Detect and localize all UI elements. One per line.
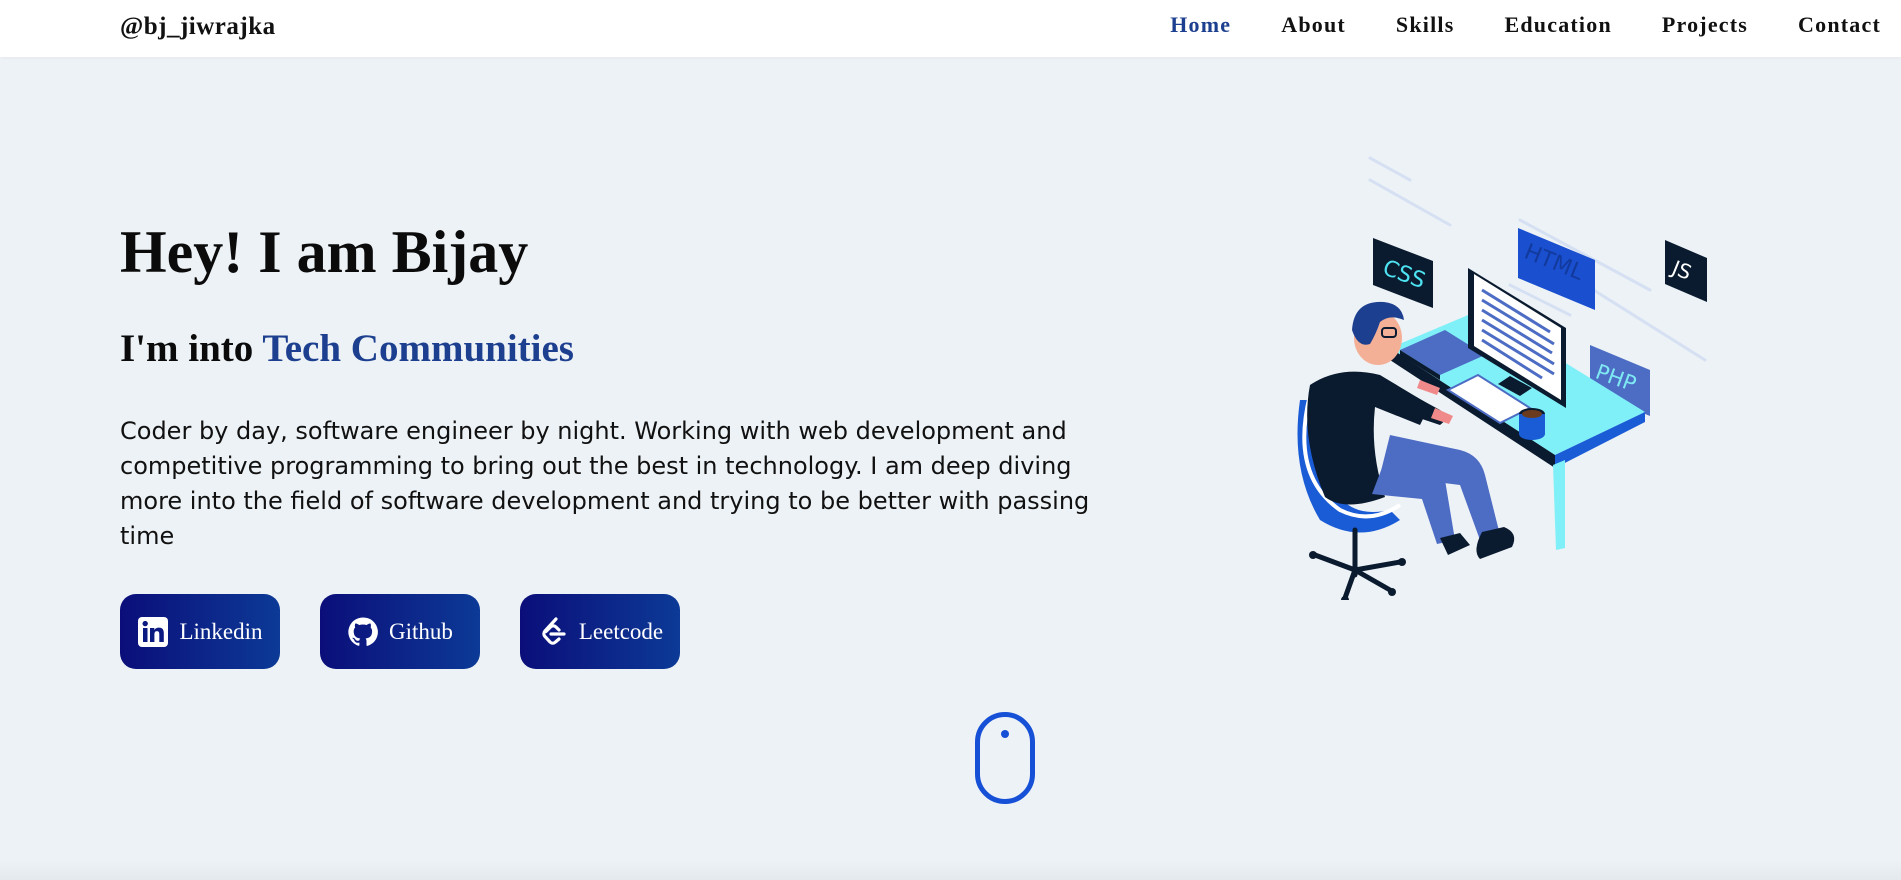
nav-links: Home About Skills Education Projects Con… xyxy=(1120,12,1881,38)
nav-link-home[interactable]: Home xyxy=(1170,12,1231,38)
leetcode-button[interactable]: Leetcode xyxy=(520,594,680,669)
github-icon xyxy=(347,616,379,648)
mouse-wheel xyxy=(1001,730,1009,738)
linkedin-label: Linkedin xyxy=(179,618,263,644)
leetcode-icon xyxy=(537,616,569,648)
github-button[interactable]: Github xyxy=(320,594,480,669)
css-tag-icon: CSS xyxy=(1373,238,1433,308)
github-label: Github xyxy=(389,618,453,644)
navbar: @bj_jiwrajka Home About Skills Education… xyxy=(0,0,1901,57)
nav-link-projects[interactable]: Projects xyxy=(1662,12,1748,38)
linkedin-icon xyxy=(137,616,169,648)
js-tag-icon: JS xyxy=(1665,240,1707,302)
site-logo[interactable]: @bj_jiwrajka xyxy=(120,13,276,41)
nav-link-contact[interactable]: Contact xyxy=(1798,12,1881,38)
scroll-mouse-icon[interactable] xyxy=(975,712,1035,804)
nav-link-skills[interactable]: Skills xyxy=(1396,12,1455,38)
section-divider xyxy=(0,860,1901,880)
linkedin-button[interactable]: Linkedin xyxy=(120,594,280,669)
hero-subtitle: I'm into Tech Communities xyxy=(120,326,574,372)
nav-link-education[interactable]: Education xyxy=(1505,12,1612,38)
developer-illustration: CSS HTML JS PHP xyxy=(1270,150,1730,604)
hero-title: Hey! I am Bijay xyxy=(120,219,529,285)
leetcode-label: Leetcode xyxy=(578,618,664,644)
nav-link-about[interactable]: About xyxy=(1281,12,1346,38)
hero-subtitle-accent: Tech Communities xyxy=(262,327,574,370)
hero-description: Coder by day, software engineer by night… xyxy=(120,417,1090,550)
hero-subtitle-prefix: I'm into xyxy=(120,327,254,370)
social-buttons: Linkedin Github Leetcode xyxy=(120,594,720,669)
